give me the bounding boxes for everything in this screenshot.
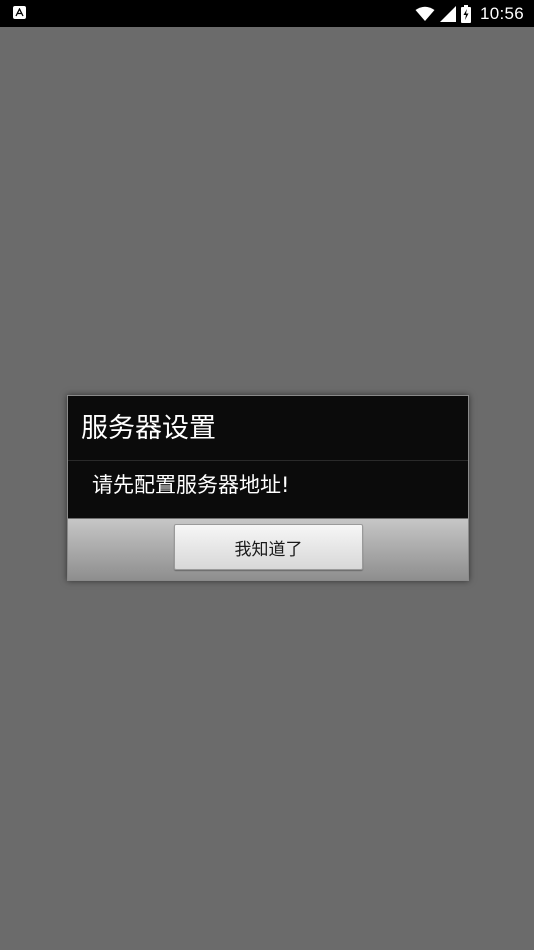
dialog-message: 请先配置服务器地址! [92, 473, 290, 497]
screen: 10:56 服务器设置 请先配置服务器地址! 我知道了 [0, 0, 534, 950]
battery-charging-icon [460, 4, 471, 23]
status-bar: 10:56 [0, 0, 534, 27]
signal-icon [439, 5, 456, 22]
status-time: 10:56 [479, 3, 524, 23]
status-icons: 10:56 [415, 0, 524, 27]
server-settings-dialog: 服务器设置 请先配置服务器地址! 我知道了 [67, 395, 469, 581]
dialog-divider [68, 460, 468, 461]
dialog-button-bar: 我知道了 [68, 518, 468, 580]
got-it-button[interactable]: 我知道了 [174, 524, 363, 570]
a-notification-icon [13, 6, 26, 19]
dialog-title: 服务器设置 [81, 413, 216, 444]
wifi-icon [415, 6, 435, 22]
